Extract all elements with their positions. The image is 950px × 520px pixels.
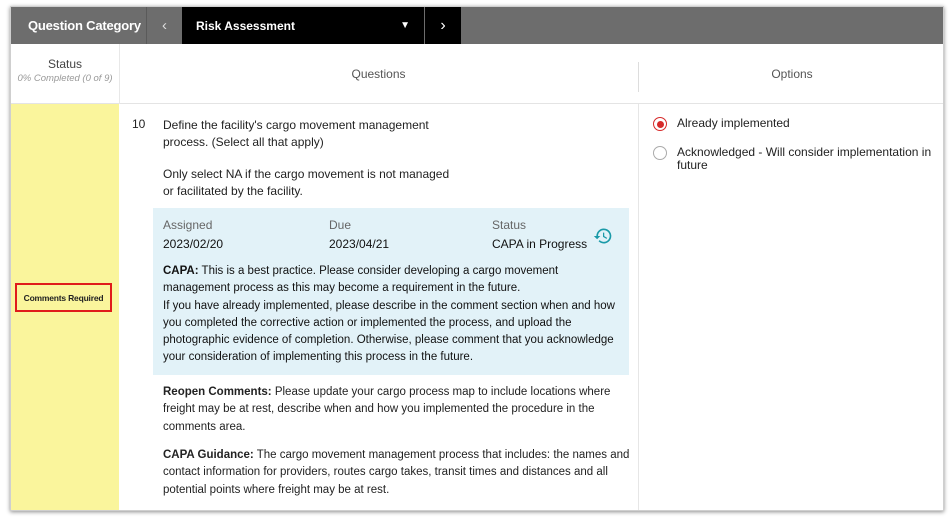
next-category-button[interactable]: › xyxy=(424,7,461,44)
option-label: Acknowledged - Will consider implementat… xyxy=(677,145,932,172)
comments-required-badge: Comments Required xyxy=(15,283,112,312)
assigned-date: 2023/02/20 xyxy=(163,237,224,251)
category-dropdown[interactable]: Risk Assessment ▼ xyxy=(182,7,424,44)
chevron-left-icon: ‹ xyxy=(162,17,167,34)
capa-question-panel: Question Category ‹ Risk Assessment ▼ › … xyxy=(10,6,944,511)
status-progress-text: 0% Completed (0 of 9) xyxy=(17,73,113,84)
chevron-right-icon: › xyxy=(440,16,446,34)
due-date: 2023/04/21 xyxy=(329,237,390,251)
option-already-implemented[interactable]: Already implemented xyxy=(653,117,943,131)
question-number: 10 xyxy=(132,117,146,131)
category-toolbar: Question Category ‹ Risk Assessment ▼ › xyxy=(11,7,943,44)
capa-status-field: Status CAPA in Progress xyxy=(492,218,587,251)
status-column-header: Status 0% Completed (0 of 9) xyxy=(11,44,119,104)
option-label: Already implemented xyxy=(677,116,790,130)
capa-text-instructions: If you have already implemented, please … xyxy=(163,299,615,364)
question-text: Define the facility's cargo movement man… xyxy=(163,118,429,149)
options-column-header: Options xyxy=(771,67,813,81)
question-note: Only select NA if the cargo movement is … xyxy=(163,167,450,198)
table-header: Status 0% Completed (0 of 9) Questions O… xyxy=(11,44,943,104)
reopen-comments: Reopen Comments: Please update your carg… xyxy=(163,384,633,436)
capa-text: This is a best practice. Please consider… xyxy=(163,265,559,295)
capa-status-label: Status xyxy=(492,218,527,232)
capa-prefix: CAPA: xyxy=(163,265,199,277)
assigned-field: Assigned 2023/02/20 xyxy=(163,218,223,251)
category-dropdown-value: Risk Assessment xyxy=(196,18,295,33)
radio-selected[interactable] xyxy=(653,117,667,131)
column-divider xyxy=(638,104,639,510)
due-label: Due xyxy=(329,218,352,232)
option-acknowledged[interactable]: Acknowledged - Will consider implementat… xyxy=(653,146,938,172)
reopen-comments-prefix: Reopen Comments: xyxy=(163,386,272,398)
assigned-label: Assigned xyxy=(163,218,213,232)
capa-info-box: Assigned 2023/02/20 Due 2023/04/21 Statu… xyxy=(153,208,629,375)
radio-unselected[interactable] xyxy=(653,146,667,160)
questions-column-header: Questions xyxy=(351,67,406,81)
capa-status-value: CAPA in Progress xyxy=(492,237,588,251)
capa-guidance-prefix: CAPA Guidance: xyxy=(163,449,254,461)
previous-category-button[interactable]: ‹ xyxy=(146,7,182,44)
question-category-label: Question Category xyxy=(28,18,141,33)
capa-description: CAPA: This is a best practice. Please co… xyxy=(163,263,623,367)
status-header-title: Status xyxy=(47,57,83,71)
due-field: Due 2023/04/21 xyxy=(329,218,389,251)
status-cell: Comments Required xyxy=(11,104,119,510)
history-icon[interactable] xyxy=(593,226,613,246)
capa-guidance: CAPA Guidance: The cargo movement manage… xyxy=(163,447,633,499)
caret-down-icon: ▼ xyxy=(400,20,410,31)
